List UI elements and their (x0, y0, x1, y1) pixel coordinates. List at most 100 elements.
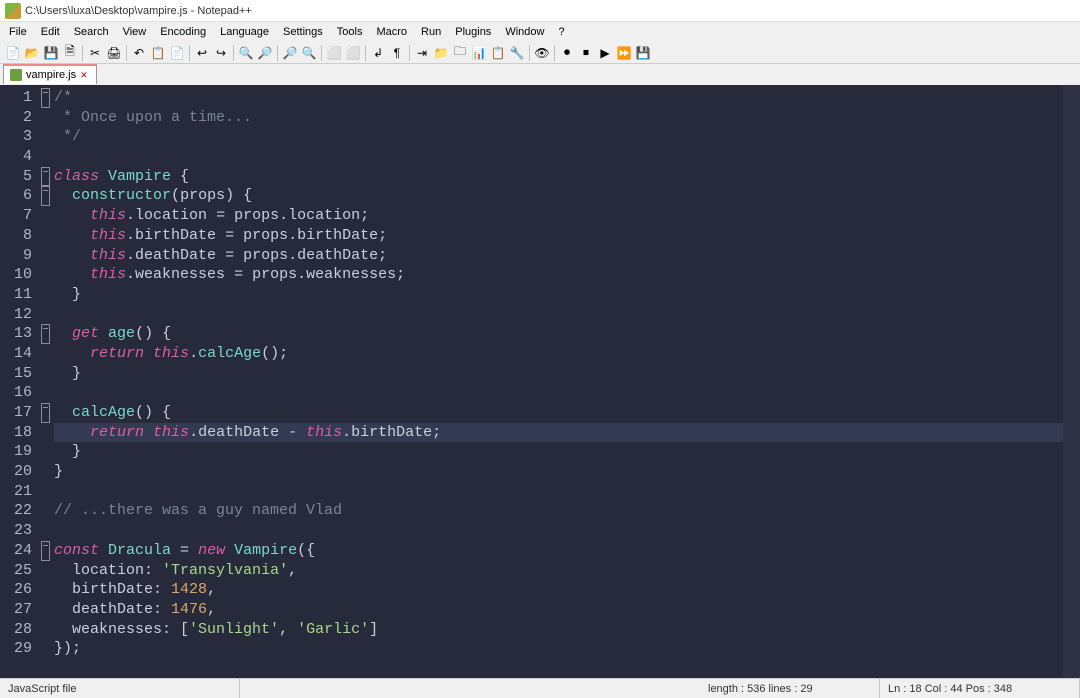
sync-v-icon[interactable]: ⬜ (325, 44, 343, 62)
new-file-icon[interactable]: 📄 (4, 44, 22, 62)
menu-?[interactable]: ? (551, 24, 571, 40)
menu-search[interactable]: Search (67, 24, 116, 40)
save-all-icon[interactable]: 🗎 (61, 44, 79, 62)
fold-toggle[interactable] (41, 541, 50, 561)
cut-icon[interactable]: ✂ (86, 44, 104, 62)
fold-cell (38, 305, 52, 325)
code-line[interactable] (54, 147, 1063, 167)
code-area[interactable]: /* * Once upon a time... */ class Vampire… (52, 85, 1063, 678)
tab-vampire-js[interactable]: vampire.js ✕ (3, 64, 97, 84)
code-line[interactable]: }); (54, 639, 1063, 659)
copy-icon[interactable]: 📋 (149, 44, 167, 62)
code-line[interactable]: class Vampire { (54, 167, 1063, 187)
fold-column (38, 85, 52, 678)
menu-edit[interactable]: Edit (34, 24, 67, 40)
paste-icon[interactable]: 📄 (168, 44, 186, 62)
code-line[interactable]: } (54, 285, 1063, 305)
zoom-in-icon[interactable]: 🔎 (281, 44, 299, 62)
function-list-icon[interactable]: 🔧 (508, 44, 526, 62)
code-line[interactable]: this.deathDate = props.deathDate; (54, 246, 1063, 266)
save-macro-icon[interactable]: 💾 (634, 44, 652, 62)
undo2-icon[interactable]: ↩ (193, 44, 211, 62)
menu-language[interactable]: Language (213, 24, 276, 40)
code-line[interactable]: deathDate: 1476, (54, 600, 1063, 620)
menu-view[interactable]: View (116, 24, 154, 40)
menu-encoding[interactable]: Encoding (153, 24, 213, 40)
line-number: 17 (0, 403, 32, 423)
toolbar-separator (233, 45, 234, 61)
menu-macro[interactable]: Macro (369, 24, 414, 40)
code-line[interactable]: this.weaknesses = props.weaknesses; (54, 265, 1063, 285)
code-line[interactable]: calcAge() { (54, 403, 1063, 423)
undo-icon[interactable]: ↶ (130, 44, 148, 62)
editor[interactable]: 1234567891011121314151617181920212223242… (0, 85, 1080, 678)
menu-plugins[interactable]: Plugins (448, 24, 498, 40)
code-line[interactable]: const Dracula = new Vampire({ (54, 541, 1063, 561)
fold-cell (38, 265, 52, 285)
indent-icon[interactable]: ⇥ (413, 44, 431, 62)
stop-icon[interactable]: ⏹ (577, 44, 595, 62)
code-line[interactable]: return this.deathDate - this.birthDate; (54, 423, 1063, 443)
fold-toggle[interactable] (41, 88, 50, 108)
redo-icon[interactable]: ↪ (212, 44, 230, 62)
fold-cell (38, 383, 52, 403)
menu-run[interactable]: Run (414, 24, 448, 40)
zoom-out-icon[interactable]: 🔍 (300, 44, 318, 62)
vertical-scrollbar[interactable] (1063, 85, 1080, 678)
sync-h-icon[interactable]: ⬜ (344, 44, 362, 62)
print-icon[interactable]: 🖨 (105, 44, 123, 62)
code-line[interactable]: weaknesses: ['Sunlight', 'Garlic'] (54, 620, 1063, 640)
menu-file[interactable]: File (2, 24, 34, 40)
record-icon[interactable]: ⏺ (558, 44, 576, 62)
play-icon[interactable]: ▶ (596, 44, 614, 62)
workspace-icon[interactable]: 🗀 (451, 44, 469, 62)
code-line[interactable]: this.birthDate = props.birthDate; (54, 226, 1063, 246)
fold-cell (38, 639, 52, 659)
replace-icon[interactable]: 🔎 (256, 44, 274, 62)
line-number-gutter: 1234567891011121314151617181920212223242… (0, 85, 38, 678)
code-line[interactable]: constructor(props) { (54, 186, 1063, 206)
play-multi-icon[interactable]: ⏩ (615, 44, 633, 62)
toolbar-separator (321, 45, 322, 61)
code-line[interactable]: return this.calcAge(); (54, 344, 1063, 364)
line-number: 1 (0, 88, 32, 108)
code-line[interactable]: // ...there was a guy named Vlad (54, 501, 1063, 521)
line-number: 14 (0, 344, 32, 364)
code-line[interactable] (54, 305, 1063, 325)
code-line[interactable]: get age() { (54, 324, 1063, 344)
code-line[interactable]: * Once upon a time... (54, 108, 1063, 128)
code-line[interactable]: } (54, 462, 1063, 482)
code-line[interactable]: location: 'Transylvania', (54, 561, 1063, 581)
code-line[interactable]: /* (54, 88, 1063, 108)
wrap-icon[interactable]: ↲ (369, 44, 387, 62)
code-line[interactable] (54, 482, 1063, 502)
code-line[interactable]: */ (54, 127, 1063, 147)
code-line[interactable]: } (54, 442, 1063, 462)
menu-window[interactable]: Window (498, 24, 551, 40)
fold-toggle[interactable] (41, 403, 50, 423)
doc-map-icon[interactable]: 📊 (470, 44, 488, 62)
code-line[interactable] (54, 383, 1063, 403)
fold-toggle[interactable] (41, 324, 50, 344)
line-number: 15 (0, 364, 32, 384)
code-line[interactable]: birthDate: 1428, (54, 580, 1063, 600)
menu-tools[interactable]: Tools (330, 24, 370, 40)
code-line[interactable]: } (54, 364, 1063, 384)
toolbar-separator (409, 45, 410, 61)
open-file-icon[interactable]: 📂 (23, 44, 41, 62)
find-icon[interactable]: 🔍 (237, 44, 255, 62)
fold-cell (38, 521, 52, 541)
fold-toggle[interactable] (41, 167, 50, 187)
line-number: 28 (0, 620, 32, 640)
fold-toggle[interactable] (41, 186, 50, 206)
close-icon[interactable]: ✕ (80, 70, 90, 80)
line-number: 24 (0, 541, 32, 561)
menu-settings[interactable]: Settings (276, 24, 330, 40)
save-icon[interactable]: 💾 (42, 44, 60, 62)
code-line[interactable] (54, 521, 1063, 541)
monitor-icon[interactable]: 👁 (533, 44, 551, 62)
folder-icon[interactable]: 📁 (432, 44, 450, 62)
doc-list-icon[interactable]: 📋 (489, 44, 507, 62)
code-line[interactable]: this.location = props.location; (54, 206, 1063, 226)
show-all-icon[interactable]: ¶ (388, 44, 406, 62)
